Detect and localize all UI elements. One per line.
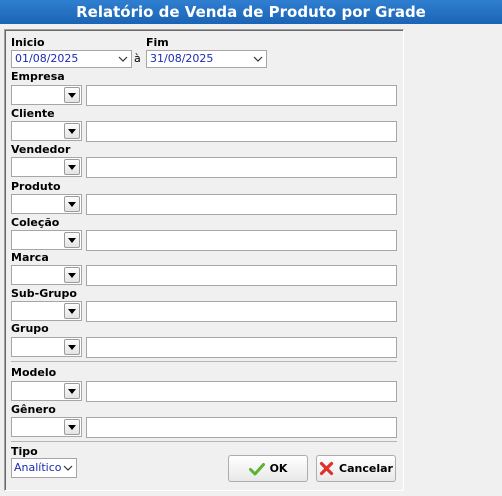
dropdown-button[interactable] [64, 196, 80, 212]
dropdown-button[interactable] [64, 159, 80, 175]
genero-description-field[interactable] [86, 417, 397, 438]
dropdown-button[interactable] [64, 383, 80, 399]
modelo-label: Modelo [11, 366, 57, 379]
ok-button[interactable]: OK [228, 455, 308, 482]
tipo-value: Analítico [14, 461, 62, 474]
triangle-down-icon [68, 273, 76, 278]
chevron-down-icon [253, 56, 263, 62]
vendedor-description-field[interactable] [86, 157, 397, 178]
chevron-down-icon [63, 465, 73, 471]
marca-label: Marca [11, 251, 49, 264]
triangle-down-icon [68, 425, 76, 430]
triangle-down-icon [68, 345, 76, 350]
tipo-select[interactable]: Analítico [11, 458, 77, 478]
window-title: Relatório de Venda de Produto por Grade [0, 0, 502, 24]
colecao-combo[interactable] [11, 230, 82, 250]
grupo-description-field[interactable] [86, 337, 397, 358]
cliente-combo[interactable] [11, 121, 82, 141]
empresa-description-field[interactable] [86, 85, 397, 106]
section-divider [11, 441, 397, 442]
cliente-description-field[interactable] [86, 121, 397, 142]
sub-grupo-combo[interactable] [11, 301, 82, 321]
start-date-label: Inicio [11, 36, 45, 49]
vendedor-combo[interactable] [11, 157, 82, 177]
colecao-description-field[interactable] [86, 230, 397, 251]
genero-combo[interactable] [11, 417, 82, 437]
end-date-picker[interactable]: 31/08/2025 [146, 50, 267, 68]
modelo-description-field[interactable] [86, 381, 397, 402]
vendedor-label: Vendedor [11, 143, 71, 156]
start-date-value: 01/08/2025 [15, 52, 79, 65]
genero-label: Gênero [11, 403, 56, 416]
triangle-down-icon [68, 129, 76, 134]
ok-button-label: OK [269, 462, 288, 475]
colecao-label: Coleção [11, 216, 60, 229]
triangle-down-icon [68, 202, 76, 207]
grupo-label: Grupo [11, 322, 49, 335]
dropdown-button[interactable] [64, 419, 80, 435]
sub-grupo-label: Sub-Grupo [11, 287, 77, 300]
dropdown-button[interactable] [64, 232, 80, 248]
check-icon [248, 462, 265, 475]
produto-combo[interactable] [11, 194, 82, 214]
end-date-value: 31/08/2025 [150, 52, 214, 65]
sub-grupo-description-field[interactable] [86, 301, 397, 322]
triangle-down-icon [68, 309, 76, 314]
triangle-down-icon [68, 238, 76, 243]
date-range-separator: à [134, 52, 141, 65]
marca-combo[interactable] [11, 265, 82, 285]
cancel-button[interactable]: Cancelar [316, 455, 396, 482]
empresa-combo[interactable] [11, 85, 82, 105]
cancel-button-label: Cancelar [339, 462, 393, 475]
chevron-down-icon [118, 56, 128, 62]
dropdown-button[interactable] [64, 87, 80, 103]
end-date-label: Fim [146, 36, 169, 49]
grupo-combo[interactable] [11, 337, 82, 357]
cliente-label: Cliente [11, 107, 55, 120]
modelo-combo[interactable] [11, 381, 82, 401]
marca-description-field[interactable] [86, 265, 397, 286]
dropdown-button[interactable] [64, 123, 80, 139]
triangle-down-icon [68, 389, 76, 394]
start-date-picker[interactable]: 01/08/2025 [11, 50, 132, 68]
dropdown-button[interactable] [64, 339, 80, 355]
produto-label: Produto [11, 180, 61, 193]
dropdown-button[interactable] [64, 267, 80, 283]
section-divider [11, 361, 397, 362]
empresa-label: Empresa [11, 70, 65, 83]
close-icon [319, 461, 334, 476]
produto-description-field[interactable] [86, 194, 397, 215]
triangle-down-icon [68, 165, 76, 170]
tipo-label: Tipo [11, 445, 38, 458]
triangle-down-icon [68, 93, 76, 98]
dropdown-button[interactable] [64, 303, 80, 319]
